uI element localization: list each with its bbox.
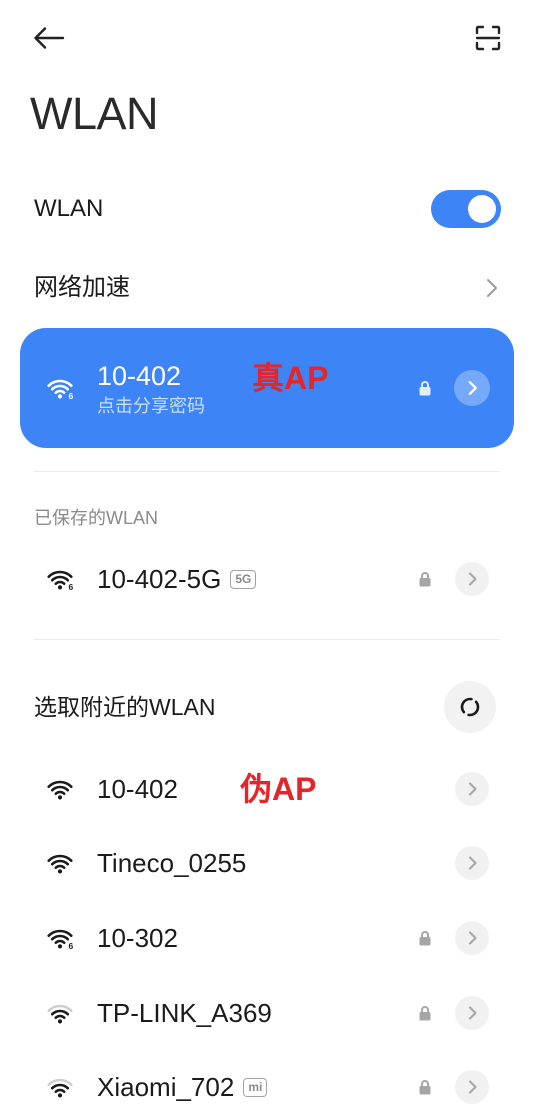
- nearby-network-row[interactable]: 10-402 伪AP: [0, 759, 534, 819]
- nearby-network-row[interactable]: 6 10-302: [0, 908, 534, 968]
- nearby-network-row[interactable]: Tineco_0255: [0, 833, 534, 893]
- connected-network-details-button[interactable]: [454, 370, 490, 406]
- wifi-signal-icon: [47, 1078, 73, 1098]
- divider: [34, 639, 500, 640]
- wifi-6-label: 6: [69, 391, 74, 401]
- annotation-label: 伪AP: [240, 771, 317, 807]
- lock-icon: [419, 1006, 431, 1021]
- back-button[interactable]: [28, 22, 70, 54]
- network-name-group: 10-302: [97, 908, 178, 968]
- network-details-button[interactable]: [455, 996, 489, 1030]
- network-details-button[interactable]: [455, 921, 489, 955]
- refresh-icon: [460, 697, 480, 717]
- chevron-right-icon: [468, 931, 477, 945]
- connected-network-ssid: 10-402: [97, 361, 182, 391]
- network-acceleration-label: 网络加速: [34, 274, 130, 301]
- network-name-group: 10-402-5G 5G: [97, 549, 257, 609]
- saved-networks-header: 已保存的WLAN: [34, 508, 159, 528]
- network-details-button[interactable]: [455, 562, 489, 596]
- wlan-switch-label: WLAN: [34, 195, 104, 222]
- network-ssid: TP-LINK_A369: [97, 998, 272, 1028]
- network-details-button[interactable]: [455, 846, 489, 880]
- network-name-group: Tineco_0255: [97, 833, 246, 893]
- network-details-button[interactable]: [455, 772, 489, 806]
- wifi-signal-icon: [47, 854, 73, 874]
- network-ssid: 10-402-5G: [97, 564, 222, 594]
- network-ssid: Tineco_0255: [97, 848, 247, 878]
- connected-network-card[interactable]: 6 10-402 点击分享密码 真AP: [20, 328, 514, 448]
- network-details-button[interactable]: [455, 1070, 489, 1104]
- wifi-signal-icon: [47, 1004, 73, 1024]
- lock-icon: [419, 572, 431, 587]
- network-band-badge: 5G: [230, 569, 257, 589]
- chevron-right-icon: [468, 1080, 477, 1094]
- nearby-network-row[interactable]: TP-LINK_A369: [0, 983, 534, 1043]
- refresh-networks-button[interactable]: [444, 681, 496, 733]
- lock-icon: [419, 1080, 431, 1095]
- wifi-6-label: 6: [69, 941, 74, 951]
- nearby-network-row[interactable]: Xiaomi_702 mi: [0, 1057, 534, 1117]
- wifi-6-label: 6: [69, 582, 74, 592]
- chevron-right-icon: [468, 782, 477, 796]
- wifi-signal-icon: 6: [47, 379, 74, 401]
- network-name-group: 10-402: [97, 759, 178, 819]
- arrow-left-icon: [34, 27, 65, 49]
- network-ssid: 10-302: [97, 923, 178, 953]
- network-ssid: 10-402: [97, 774, 178, 804]
- network-name-group: TP-LINK_A369: [97, 983, 272, 1043]
- saved-network-row[interactable]: 6 10-402-5G 5G: [0, 549, 534, 609]
- nearby-networks-header: 选取附近的WLAN: [34, 694, 216, 720]
- divider: [34, 471, 500, 472]
- wlan-switch-row: WLAN: [0, 179, 534, 239]
- wifi-signal-icon: [47, 780, 73, 800]
- network-name-group: Xiaomi_702 mi: [97, 1057, 268, 1117]
- chevron-right-icon: [487, 279, 497, 297]
- network-ssid: Xiaomi_702: [97, 1072, 235, 1102]
- share-password-hint[interactable]: 点击分享密码: [97, 395, 205, 417]
- page-title: WLAN: [30, 88, 159, 139]
- chevron-right-icon: [468, 1006, 477, 1020]
- wlan-toggle[interactable]: [431, 190, 501, 228]
- chevron-right-icon: [468, 856, 477, 870]
- chevron-right-icon: [468, 572, 477, 586]
- wifi-signal-icon: 6: [47, 929, 74, 951]
- scan-qr-button[interactable]: [470, 20, 506, 56]
- lock-icon: [419, 381, 431, 396]
- mi-logo-badge: mi: [243, 1077, 268, 1097]
- scan-icon: [475, 25, 501, 51]
- network-acceleration-row[interactable]: 网络加速: [0, 258, 534, 318]
- toggle-knob: [468, 195, 496, 223]
- annotation-label: 真AP: [252, 360, 329, 396]
- chevron-right-icon: [468, 381, 477, 395]
- wlan-settings-screen: WLAN WLAN 网络加速 6 10-402 点击分享密码 真AP 已保存的W…: [0, 0, 534, 1119]
- lock-icon: [419, 931, 431, 946]
- wifi-signal-icon: 6: [47, 570, 74, 592]
